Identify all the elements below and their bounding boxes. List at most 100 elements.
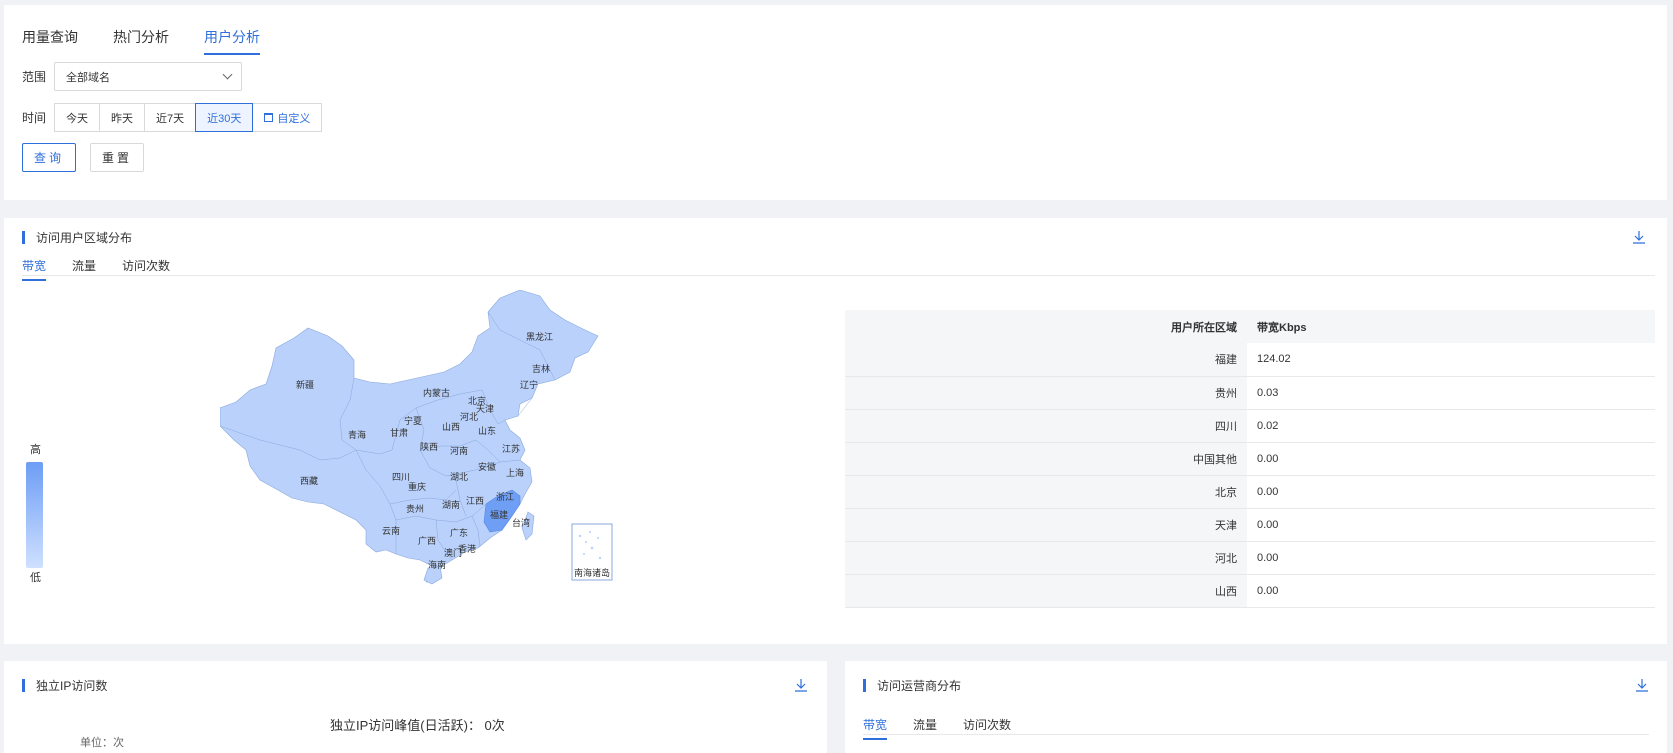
- time-row: 时间 今天 昨天 近7天 近30天 自定义: [22, 103, 323, 132]
- time-range-selector: 今天 昨天 近7天 近30天 自定义: [54, 103, 323, 132]
- table-row: 福建 124.02: [845, 343, 1655, 377]
- range-row: 范围 全部域名: [22, 62, 242, 91]
- cell-region: 天津: [845, 508, 1247, 542]
- map-label: 西藏: [300, 475, 318, 486]
- isp-metric-tabs: 带宽 流量 访问次数: [863, 716, 1037, 740]
- tab-hot-analysis[interactable]: 热门分析: [113, 27, 169, 55]
- range-select[interactable]: 全部域名: [54, 62, 242, 91]
- header-region: 用户所在区域: [845, 310, 1247, 343]
- time-custom-label: 自定义: [277, 112, 311, 125]
- tab-usage-query[interactable]: 用量查询: [22, 27, 78, 55]
- time-custom-button[interactable]: 自定义: [252, 103, 323, 132]
- time-7days-button[interactable]: 近7天: [144, 103, 197, 132]
- map-label: 江西: [466, 496, 484, 506]
- time-30days-button[interactable]: 近30天: [195, 103, 254, 132]
- table-header-row: 用户所在区域 带宽Kbps: [845, 310, 1655, 343]
- table-row: 天津 0.00: [845, 508, 1655, 542]
- region-tab-bandwidth[interactable]: 带宽: [22, 257, 47, 281]
- cell-region: 贵州: [845, 376, 1247, 410]
- map-label: 甘肃: [390, 427, 408, 438]
- map-label: 重庆: [408, 481, 426, 492]
- query-button[interactable]: 查询: [22, 143, 76, 172]
- table-row: 四川 0.02: [845, 409, 1655, 443]
- cell-bandwidth: 124.02: [1247, 343, 1655, 377]
- map-label: 浙江: [496, 491, 514, 502]
- map-label: 陕西: [420, 441, 438, 452]
- map-label: 山西: [442, 422, 460, 432]
- table-row: 北京 0.00: [845, 475, 1655, 509]
- download-icon[interactable]: [794, 678, 808, 692]
- map-label: 台湾: [512, 517, 530, 528]
- ip-unit-text: 单位：次: [80, 737, 124, 749]
- isp-tab-visits[interactable]: 访问次数: [963, 716, 1011, 740]
- map-label: 江苏: [502, 443, 520, 454]
- map-label: 香港: [458, 543, 476, 554]
- china-map[interactable]: 黑龙江吉林辽宁内蒙古北京天津河北新疆青海 甘肃宁夏山西 山东陕西 河南 江苏安徽上海西藏…: [220, 290, 630, 590]
- map-label: 湖南: [442, 499, 460, 510]
- region-card-title: 访问用户区域分布: [22, 229, 132, 246]
- map-label: 海南: [428, 559, 446, 570]
- table-row: 中国其他 0.00: [845, 442, 1655, 476]
- map-label: 青海: [348, 429, 366, 440]
- region-tab-traffic[interactable]: 流量: [72, 257, 96, 281]
- region-tab-visits[interactable]: 访问次数: [122, 257, 170, 281]
- map-label: 上海: [506, 467, 524, 478]
- map-label: 南海诸岛: [574, 567, 610, 578]
- cell-bandwidth: 0.03: [1247, 376, 1655, 410]
- region-title-text: 访问用户区域分布: [36, 231, 133, 245]
- ip-title-text: 独立IP访问数: [36, 679, 108, 693]
- map-label: 山东: [478, 425, 496, 436]
- map-label: 四川: [392, 472, 410, 482]
- range-select-value: 全部域名: [66, 71, 110, 84]
- time-yesterday-button[interactable]: 昨天: [99, 103, 145, 132]
- map-label: 吉林: [532, 363, 550, 374]
- legend-gradient-bar[interactable]: [26, 462, 43, 568]
- cell-region: 河北: [845, 541, 1247, 575]
- tab-user-analysis[interactable]: 用户分析: [204, 27, 260, 55]
- cell-bandwidth: 0.00: [1247, 475, 1655, 509]
- range-label: 范围: [22, 70, 47, 84]
- time-today-button[interactable]: 今天: [54, 103, 100, 132]
- ip-card-title: 独立IP访问数: [22, 677, 107, 694]
- download-icon[interactable]: [1632, 230, 1646, 244]
- isp-title-text: 访问运营商分布: [877, 679, 962, 693]
- map-label: 新疆: [296, 379, 314, 390]
- cell-bandwidth: 0.00: [1247, 574, 1655, 608]
- chevron-down-icon: [222, 69, 233, 80]
- download-icon[interactable]: [1635, 678, 1649, 692]
- isp-card-title: 访问运营商分布: [863, 677, 961, 694]
- map-label: 河南: [450, 445, 468, 456]
- map-label: 广东: [450, 527, 468, 538]
- filter-card: 用量查询 热门分析 用户分析 范围 全部域名 时间 今天 昨天 近7天 近30天…: [4, 5, 1667, 200]
- map-label: 天津: [476, 404, 494, 414]
- unique-ip-card: 独立IP访问数 独立IP访问峰值(日活跃)： 0次 单位：次: [4, 661, 827, 753]
- isp-tab-bandwidth[interactable]: 带宽: [863, 716, 888, 740]
- cell-region: 山西: [845, 574, 1247, 608]
- map-label: 湖北: [450, 472, 468, 482]
- region-table: 用户所在区域 带宽Kbps 福建 124.02 贵州 0.03 四川 0.02 中国其他 0.…: [845, 310, 1655, 608]
- cell-bandwidth: 0.00: [1247, 541, 1655, 575]
- map-label: 广西: [418, 535, 436, 546]
- map-label: 安徽: [478, 461, 496, 472]
- cell-region: 福建: [845, 343, 1247, 377]
- isp-distribution-card: 访问运营商分布 带宽 流量 访问次数: [845, 661, 1667, 753]
- cell-region: 四川: [845, 409, 1247, 443]
- calendar-icon: [264, 113, 274, 122]
- cell-region: 北京: [845, 475, 1247, 509]
- region-metric-tabs: 带宽 流量 访问次数: [22, 257, 196, 281]
- map-label: 宁夏: [404, 415, 422, 426]
- region-distribution-card: 访问用户区域分布 带宽 流量 访问次数 高 低 黑龙江 吉林 辽宁 内蒙古 北京…: [4, 218, 1667, 644]
- table-row: 山西 0.00: [845, 574, 1655, 608]
- map-label: 云南: [382, 525, 400, 536]
- isp-tab-traffic[interactable]: 流量: [913, 716, 937, 740]
- map-label: 辽宁: [520, 379, 538, 390]
- header-bandwidth: 带宽Kbps: [1247, 310, 1655, 343]
- map-label: 内蒙古: [423, 387, 450, 398]
- map-label: 黑龙江: [526, 331, 553, 342]
- map-label: 福建: [490, 509, 508, 520]
- map-label: 河北: [460, 411, 478, 422]
- time-label: 时间: [22, 111, 47, 125]
- reset-button[interactable]: 重置: [90, 143, 144, 172]
- table-row: 河北 0.00: [845, 541, 1655, 575]
- map-label: 贵州: [406, 503, 424, 514]
